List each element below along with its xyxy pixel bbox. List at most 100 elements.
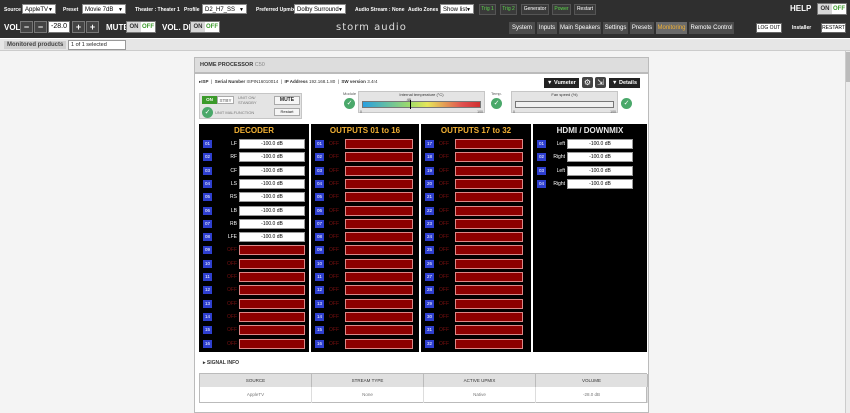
voldim-off: OFF bbox=[205, 22, 219, 32]
channel-level: -100.0 dB bbox=[567, 178, 633, 189]
preset-select[interactable]: Movie 7dB ▼ bbox=[82, 4, 126, 14]
channel-name: OFF bbox=[439, 207, 449, 214]
nav-system[interactable]: System bbox=[509, 22, 535, 34]
audio-zones-select[interactable]: Show list ▼ bbox=[440, 4, 474, 14]
profile-value: D2_H7_SS bbox=[205, 7, 236, 13]
help-off: OFF bbox=[832, 4, 846, 14]
nav-presets[interactable]: Presets bbox=[630, 22, 654, 34]
channel-number: 16 bbox=[315, 339, 324, 348]
restart-button[interactable]: RESTART bbox=[821, 23, 846, 33]
channel-number: 25 bbox=[425, 246, 434, 255]
channel-level bbox=[345, 139, 413, 149]
check-icon: ✓ bbox=[202, 107, 213, 118]
channel-level bbox=[239, 245, 305, 256]
signal-info-title[interactable]: ▸ SIGNAL INFO bbox=[203, 360, 239, 366]
trig1-button[interactable]: Trig 1 bbox=[479, 4, 496, 15]
power-button[interactable]: Power bbox=[552, 4, 571, 15]
channel-name: OFF bbox=[329, 260, 339, 267]
logout-button[interactable]: LOG OUT bbox=[756, 23, 782, 33]
processor-restart-button[interactable]: Restart bbox=[274, 108, 300, 116]
chevron-down-icon: ▼ bbox=[48, 7, 53, 13]
processor-panel-header: HOME PROCESSOR C50 bbox=[194, 57, 649, 73]
channel-level bbox=[455, 285, 523, 296]
voldim-toggle[interactable]: ON OFF bbox=[190, 21, 220, 33]
channel-name: OFF bbox=[439, 274, 449, 280]
minus-icon: − bbox=[23, 22, 30, 32]
trig2-button[interactable]: Trig 2 bbox=[500, 4, 517, 15]
channel-number: 12 bbox=[315, 286, 324, 295]
nav-settings[interactable]: Settings bbox=[603, 22, 628, 34]
channel-number: 17 bbox=[425, 140, 434, 148]
vol-up-button[interactable]: + bbox=[86, 21, 99, 33]
source-select[interactable]: AppleTV ▼ bbox=[22, 4, 56, 14]
vol-minus-button[interactable]: − bbox=[34, 21, 47, 33]
monitored-selector[interactable]: 1 of 1 selected bbox=[68, 40, 126, 50]
scroll-thumb[interactable] bbox=[846, 52, 850, 82]
channel-number: 07 bbox=[203, 219, 212, 228]
signal-header: VOLUME bbox=[536, 374, 648, 387]
channel-level: -100.0 dB bbox=[239, 165, 305, 176]
generator-button[interactable]: Generator bbox=[521, 4, 549, 15]
channel-name: OFF bbox=[329, 207, 339, 214]
channel-level bbox=[345, 165, 413, 176]
channel-name: OFF bbox=[439, 234, 449, 241]
processor-mute-button[interactable]: MUTE bbox=[274, 96, 300, 105]
details-button[interactable]: ▼ Details bbox=[609, 78, 641, 88]
channel-number: 10 bbox=[203, 259, 212, 268]
channel-level bbox=[345, 245, 413, 256]
vol-down-button[interactable]: − bbox=[20, 21, 33, 33]
channel-number: 14 bbox=[315, 312, 324, 321]
signal-header: SOURCE bbox=[200, 374, 312, 387]
outputs2-header: OUTPUTS 17 to 32 bbox=[440, 126, 512, 135]
channel-number: 15 bbox=[203, 326, 212, 335]
gear-icon[interactable]: ⚙ bbox=[582, 77, 593, 88]
volume-input[interactable]: -28.0 bbox=[48, 21, 70, 33]
chevron-down-icon: ▼ bbox=[466, 7, 471, 13]
channel-level bbox=[455, 165, 523, 176]
channel-name: OFF bbox=[439, 154, 449, 161]
restart-top-button[interactable]: Restart bbox=[574, 4, 596, 15]
power-toggle[interactable]: ON STBY bbox=[202, 96, 234, 104]
nav-monitoring[interactable]: Monitoring bbox=[656, 22, 687, 34]
channel-row: 02 RF -100.0 dB bbox=[199, 152, 309, 163]
channel-row: 11 OFF bbox=[311, 272, 419, 282]
export-icon[interactable]: ⇲ bbox=[595, 77, 606, 88]
nav-remote-control[interactable]: Remote Control bbox=[689, 22, 734, 34]
vertical-scrollbar[interactable] bbox=[845, 51, 850, 413]
channel-row: 16 OFF bbox=[199, 338, 309, 349]
channel-row: 14 OFF bbox=[199, 311, 309, 322]
channel-number: 09 bbox=[315, 246, 324, 255]
channel-level bbox=[345, 218, 413, 229]
signal-info-panel: ▸ SIGNAL INFO SOURCE STREAM TYPE ACTIVE UP… bbox=[199, 360, 648, 410]
module-check-icon: ✓ bbox=[344, 98, 355, 109]
help-toggle[interactable]: ON OFF bbox=[817, 3, 847, 15]
channel-name: LB bbox=[230, 207, 237, 214]
outputs1-header: OUTPUTS 01 to 16 bbox=[329, 126, 401, 135]
channel-row: 03 OFF bbox=[311, 165, 419, 176]
mute-toggle[interactable]: ON OFF bbox=[126, 21, 156, 33]
power-stby: STBY bbox=[217, 96, 234, 104]
nav-main-speakers[interactable]: Main Speakers bbox=[559, 22, 601, 34]
nav-inputs[interactable]: Inputs bbox=[537, 22, 557, 34]
channel-level bbox=[345, 285, 413, 296]
vumeter-button[interactable]: ▼ Vumeter bbox=[544, 78, 579, 88]
vol-plus-button[interactable]: + bbox=[72, 21, 85, 33]
channel-row: 18 OFF bbox=[421, 152, 531, 163]
channel-row: 14 OFF bbox=[311, 311, 419, 322]
channel-row: 26 OFF bbox=[421, 258, 531, 269]
upmix-select[interactable]: Dolby Surround ▼ bbox=[294, 4, 346, 14]
channel-number: 30 bbox=[425, 312, 434, 321]
temp-label: Temp. bbox=[491, 91, 502, 96]
profile-select[interactable]: D2_H7_SS ▼ bbox=[202, 4, 247, 14]
channel-name: OFF bbox=[227, 287, 237, 294]
channel-level bbox=[455, 192, 523, 203]
channel-level bbox=[455, 178, 523, 189]
channel-number: 18 bbox=[425, 153, 434, 162]
channel-row: 11 OFF bbox=[199, 272, 309, 282]
channel-number: 03 bbox=[203, 166, 212, 175]
channel-number: 26 bbox=[425, 259, 434, 268]
signal-value: AppleTV bbox=[200, 387, 312, 403]
unit-on-label: UNIT ON/STANDBY bbox=[238, 95, 257, 105]
temp-bar bbox=[362, 101, 481, 108]
mute-off: OFF bbox=[141, 22, 155, 32]
